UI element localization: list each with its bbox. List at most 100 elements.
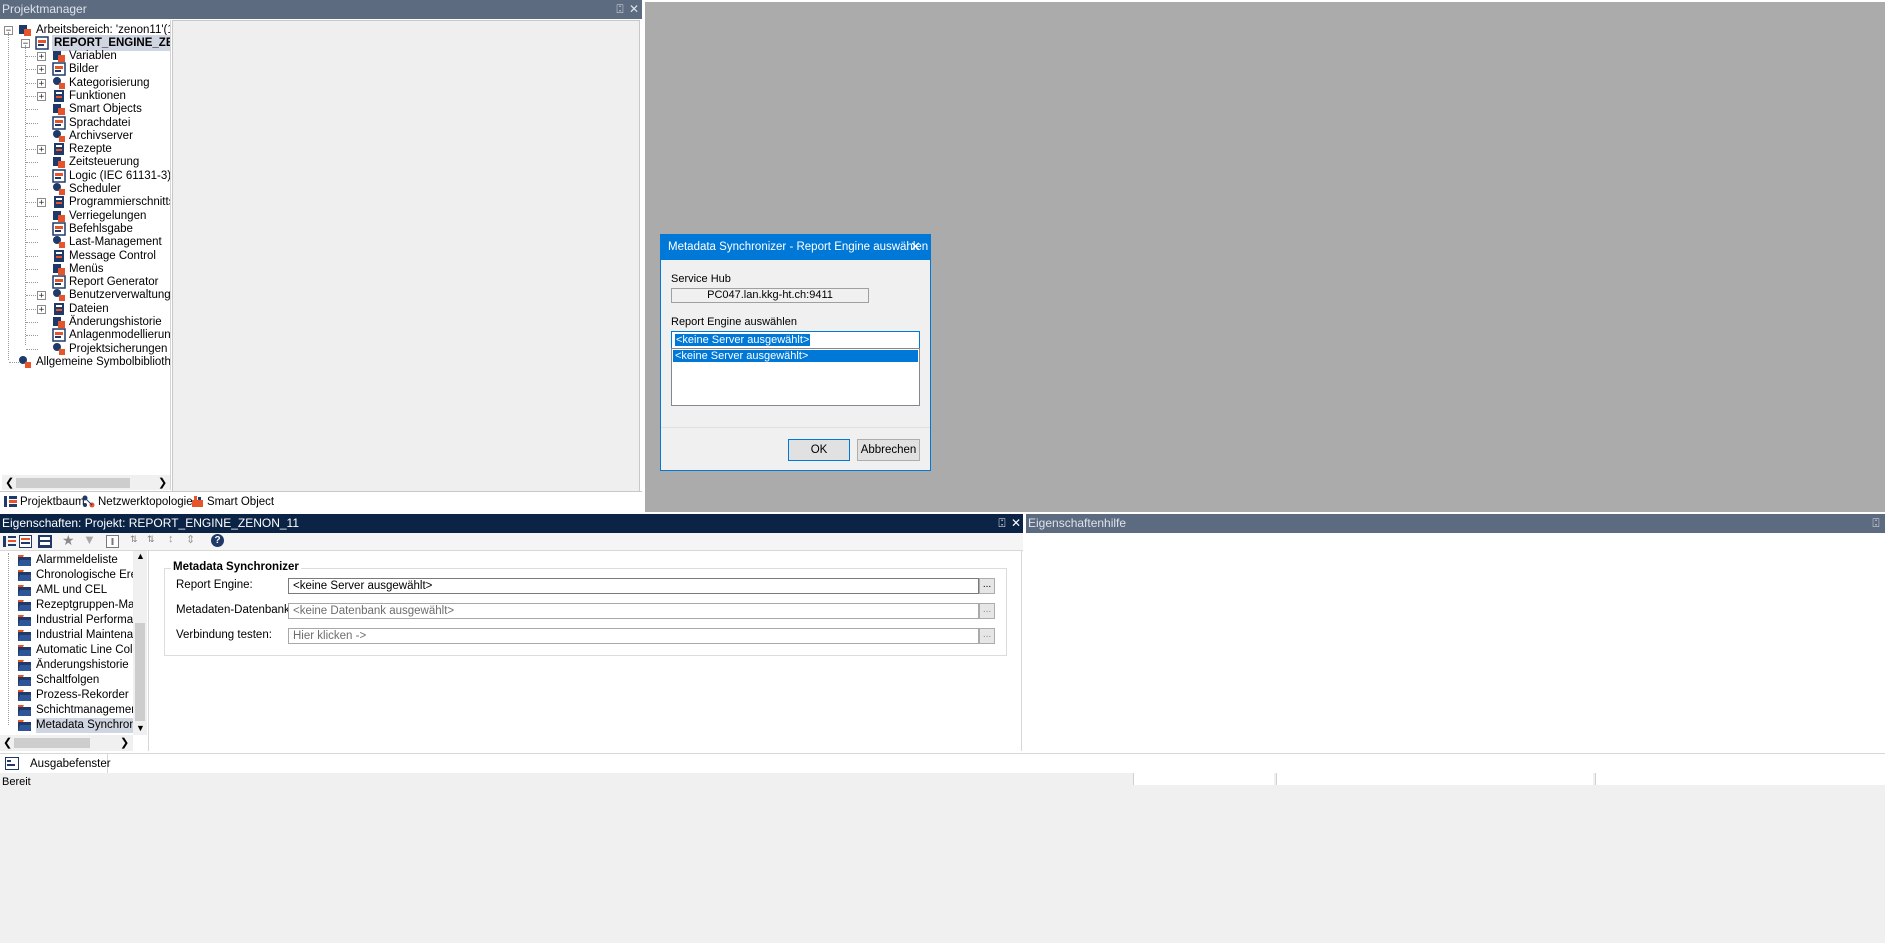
collapse-all-icon[interactable]: ⇕ [186,533,195,546]
metadata-db-prop-field[interactable]: <keine Datenbank ausgewählt> [288,603,979,619]
category-scroll-right-icon[interactable]: ❯ [120,736,129,749]
category-list-item[interactable]: Rezeptgruppen-Manager [0,598,135,613]
tab-projektbaum[interactable]: Projektbaum [0,492,85,512]
tree-connector-line [26,175,38,177]
tree-connector-line [26,255,38,257]
status-bar: Bereit [0,773,1885,943]
scroll-left-arrow-icon[interactable]: ❮ [5,476,14,489]
group-title: Metadata Synchronizer [171,561,301,573]
report-engine-list[interactable]: <keine Server ausgewählt> [671,348,920,406]
tree-connector-line [26,189,38,190]
tree-expand-icon[interactable]: + [37,65,46,75]
tab-smart-object-templates[interactable]: Smart Object Templates [187,492,317,528]
close-icon[interactable]: ✕ [626,0,642,19]
status-pane-1 [1133,773,1274,785]
grid-view-icon[interactable] [38,535,52,548]
report-engine-combo[interactable]: <keine Server ausgewählt> [671,331,920,349]
category-list-item[interactable]: Änderungshistorie [0,658,135,673]
tree-expand-icon[interactable]: + [37,52,46,62]
cancel-button[interactable]: Abbrechen [857,439,920,461]
tree-horizontal-scrollbar[interactable]: ❮ ❯ [2,475,170,490]
category-list-item[interactable]: AML und CEL [0,583,135,598]
tab-projektbaum-label: Projektbaum [20,496,85,508]
favorite-star-icon[interactable]: ★ [62,532,75,549]
sort-tree-icon[interactable] [3,535,16,548]
expand-all-icon[interactable]: ↕ [168,533,174,545]
folder-icon [18,675,31,686]
tab-netzwerktopologie[interactable]: Netzwerktopologie [78,492,193,512]
tree-expand-icon[interactable]: + [37,304,46,314]
project-detail-area [172,20,640,492]
report-engine-prop-field[interactable]: <keine Server ausgewählt> [288,578,979,594]
category-scroll-left-icon[interactable]: ❮ [3,736,12,749]
category-list-item[interactable]: Industrial Performance Analyzer [0,613,135,628]
category-horizontal-scrollbar[interactable]: ❮ ❯ [0,735,133,751]
folder-icon [18,600,31,611]
category-label: AML und CEL [36,584,108,596]
category-list-item[interactable]: Automatic Line Coloring [0,643,135,658]
network-topology-icon [82,495,95,508]
output-window-label: Ausgabefenster [30,758,111,770]
ok-button[interactable]: OK [788,439,850,461]
tree-connector-line [26,322,38,323]
category-list-item[interactable]: Prozess-Rekorder [0,688,135,703]
metadata-db-browse-button[interactable]: ... [979,603,995,619]
category-hscroll-thumb[interactable] [14,738,90,748]
tree-connector-line [26,268,38,270]
tree-expand-icon[interactable]: + [37,145,46,155]
scroll-right-arrow-icon[interactable]: ❯ [158,476,167,489]
status-pane-2 [1276,773,1593,785]
category-label: Metadata Synchronizer [36,718,135,733]
tree-library-row[interactable]: Allgemeine Symbolbibliothek [2,354,170,370]
status-text: Bereit [2,776,31,788]
tree-connector-line [26,109,38,111]
tab-output-window[interactable]: Ausgabefenster [0,754,111,774]
category-label: Industrial Performance Analyzer [36,614,135,626]
category-list-item[interactable]: Alarmmeldeliste [0,553,135,568]
properties-category-list: Alarmmeldeliste Chronologische Ereignisli… [0,551,149,751]
list-item-label: <keine Server ausgewählt> [675,350,809,362]
properties-content: Metadata Synchronizer Report Engine: <ke… [150,551,1022,751]
properties-close-icon[interactable]: ✕ [1008,514,1024,533]
vertical-scrollbar-thumb[interactable] [135,623,145,721]
category-vertical-scrollbar[interactable]: ▲ ▼ [133,551,147,735]
category-list-item[interactable]: Schaltfolgen [0,673,135,688]
folder-icon [18,570,31,581]
folder-icon [18,555,31,566]
folder-icon [18,630,31,641]
tree-expand-icon[interactable]: + [37,78,46,88]
scroll-up-arrow-icon[interactable]: ▲ [136,551,145,561]
metadata-synchronizer-group: Metadata Synchronizer Report Engine: <ke… [164,561,1007,656]
tree-expand-icon[interactable]: + [37,291,46,301]
scrollbar-thumb[interactable] [16,478,130,488]
info-icon[interactable] [106,535,119,548]
scroll-down-arrow-icon[interactable]: ▼ [136,723,145,733]
category-label: Schaltfolgen [36,674,100,686]
category-label: Alarmmeldeliste [36,554,118,566]
test-connection-prop-label: Verbindung testen: [176,629,272,641]
test-connection-browse-button[interactable]: ... [979,628,995,644]
category-label: Prozess-Rekorder [36,689,129,701]
metadata-synchronizer-dialog: Metadata Synchronizer - Report Engine au… [660,234,931,471]
sort-category-icon[interactable]: ⇅ [147,534,155,545]
help-icon[interactable]: ? [211,534,224,547]
tree-expand-icon[interactable]: + [37,91,46,101]
service-hub-field: PC047.lan.kkg-ht.ch:9411 [671,288,869,303]
tree-expand-icon[interactable]: + [37,198,46,208]
test-connection-prop-field[interactable]: Hier klicken -> [288,628,979,644]
tree-connector-line [26,215,38,217]
folder-icon [18,615,31,626]
category-list-item[interactable]: Industrial Maintenance Manager [0,628,135,643]
report-engine-browse-button[interactable]: ... [979,578,995,594]
dialog-close-icon[interactable]: ✕ [910,239,921,255]
pin-property-icon[interactable]: ▼ [83,532,96,547]
category-label: Industrial Maintenance Manager [36,629,135,641]
category-label: Automatic Line Coloring [36,644,135,656]
tree-connector-line [26,228,38,230]
category-list-item[interactable]: Schichtmanagement [0,703,135,718]
report-engine-list-item[interactable]: <keine Server ausgewählt> [673,350,918,362]
category-list-item[interactable]: Metadata Synchronizer [0,718,135,733]
sort-alpha-icon[interactable]: ⇅ [130,534,138,545]
document-view-icon[interactable] [19,535,32,548]
category-list-item[interactable]: Chronologische Ereignisliste [0,568,135,583]
